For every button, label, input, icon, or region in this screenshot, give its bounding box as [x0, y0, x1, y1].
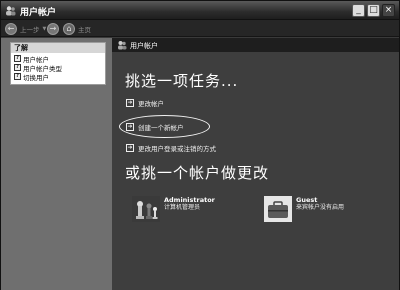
account-name: Guest [296, 196, 318, 204]
content-header: 用户帐户 [112, 38, 399, 52]
task-label: 更改用户登录或注销的方式 [138, 145, 216, 153]
help-icon: ? [14, 55, 21, 62]
maximize-button[interactable]: □ [367, 4, 380, 17]
chevron-down-icon: ▼ [42, 25, 47, 32]
home-button[interactable]: ⌂ 主页 [63, 22, 91, 35]
help-icon: ? [14, 64, 21, 71]
learn-about-header: 了解 [14, 44, 28, 52]
sidebar-item-label: 切换用户 [23, 73, 49, 82]
close-button[interactable]: × [382, 4, 395, 17]
minimize-button[interactable]: _ [352, 4, 365, 17]
main-content: 用户帐户 挑选一项任务... ➜ 更改帐户 ➜ 创建一个新帐户 ➜ 更改用户登录… [112, 38, 399, 290]
back-button[interactable]: ← 上一步 ▼ [5, 22, 46, 35]
help-icon: ? [14, 73, 21, 80]
account-status: 来宾帐户没有启用 [296, 204, 345, 211]
users-icon [6, 6, 16, 16]
window: 用户帐户 _ □ × ← 上一步 ▼ → ⌂ 主页 了解 ? 用户帐户 ? 用户… [0, 0, 400, 290]
back-label: 上一步 [20, 25, 40, 34]
window-controls: _ □ × [352, 4, 395, 17]
task-label: 更改帐户 [138, 100, 164, 108]
minimize-icon: _ [356, 5, 361, 15]
account-guest[interactable]: Guest 来宾帐户没有启用 [264, 196, 344, 222]
users-icon [118, 41, 127, 50]
close-icon: × [384, 5, 393, 15]
title-bar[interactable]: 用户帐户 _ □ × [1, 1, 399, 20]
account-info: Guest 来宾帐户没有启用 [296, 196, 344, 222]
task-change-logon[interactable]: ➜ 更改用户登录或注销的方式 [126, 143, 216, 153]
pick-account-heading: 或挑一个帐户做更改 [125, 164, 270, 182]
sidebar-item-switch-users[interactable]: ? 切换用户 [14, 72, 105, 82]
window-title: 用户帐户 [20, 8, 57, 18]
account-info: Administrator 计算机管理员 [164, 196, 215, 222]
left-task-pane: 了解 ? 用户帐户 ? 用户帐户类型 ? 切换用户 [1, 38, 112, 290]
forward-arrow-icon: → [47, 22, 59, 35]
back-arrow-icon: ← [5, 22, 17, 35]
briefcase-icon [264, 196, 292, 222]
learn-about-box: 了解 ? 用户帐户 ? 用户帐户类型 ? 切换用户 [10, 42, 106, 85]
learn-about-list: ? 用户帐户 ? 用户帐户类型 ? 切换用户 [11, 53, 105, 84]
task-change-account[interactable]: ➜ 更改帐户 [126, 98, 164, 108]
account-administrator[interactable]: Administrator 计算机管理员 [132, 196, 215, 222]
account-name: Administrator [164, 196, 215, 204]
home-label: 主页 [78, 25, 91, 34]
account-type: 计算机管理员 [164, 204, 201, 211]
highlight-ellipse [119, 115, 210, 138]
pick-task-heading: 挑选一项任务... [125, 72, 239, 90]
arrow-right-icon: ➜ [126, 144, 134, 152]
maximize-icon: □ [369, 5, 378, 15]
arrow-right-icon: ➜ [126, 99, 134, 107]
navigation-bar: ← 上一步 ▼ → ⌂ 主页 [1, 20, 399, 37]
chess-pieces-icon [132, 196, 160, 222]
forward-button[interactable]: → [47, 22, 59, 35]
content-header-title: 用户帐户 [130, 42, 158, 50]
home-icon: ⌂ [63, 22, 75, 35]
